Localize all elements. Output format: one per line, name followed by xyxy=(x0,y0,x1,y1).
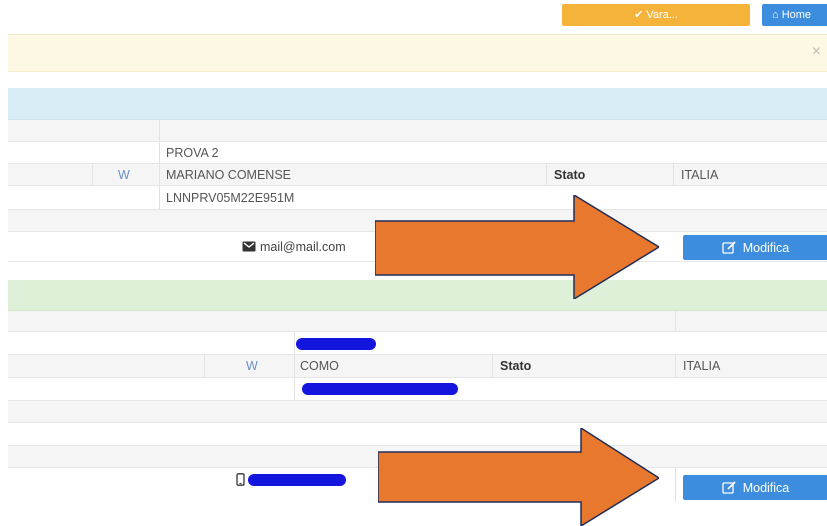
w-marker: W xyxy=(118,167,130,182)
table-row: W COMO Stato ITALIA xyxy=(8,355,827,378)
edit-button-1[interactable]: Modifica xyxy=(683,235,827,260)
envelope-icon xyxy=(242,241,256,252)
edit-button-label: Modifica xyxy=(742,240,790,255)
edit-icon xyxy=(722,481,736,494)
state-label: Stato xyxy=(554,167,586,182)
redacted-fiscal-code xyxy=(302,383,458,395)
edit-button-2[interactable]: Modifica xyxy=(683,475,827,500)
w-marker: W xyxy=(246,359,258,373)
home-button[interactable]: ⌂ Home xyxy=(762,4,827,26)
table-row xyxy=(8,120,827,142)
state-label: Stato xyxy=(500,359,532,373)
phone-icon xyxy=(236,473,245,486)
redacted-name xyxy=(296,338,376,350)
edit-icon xyxy=(722,241,736,254)
section-header-blue xyxy=(8,88,827,120)
email-cell: mail@mail.com xyxy=(242,232,346,261)
confirm-button[interactable]: ✔ Vara... xyxy=(562,4,750,26)
close-icon[interactable]: × xyxy=(812,43,821,61)
redacted-phone xyxy=(248,474,346,486)
city-value: COMO xyxy=(300,359,339,373)
state-value: ITALIA xyxy=(681,167,719,182)
warning-alert: × xyxy=(8,34,827,72)
table-row: W MARIANO COMENSE Stato ITALIA xyxy=(8,164,827,186)
orange-arrow-1 xyxy=(375,195,659,299)
state-value: ITALIA xyxy=(683,359,721,373)
record-name: PROVA 2 xyxy=(166,145,219,160)
table-row xyxy=(8,311,827,332)
table-row xyxy=(8,401,827,423)
email-value: mail@mail.com xyxy=(260,239,346,254)
edit-button-label: Modifica xyxy=(742,480,790,495)
table-row: PROVA 2 xyxy=(8,142,827,164)
table-row xyxy=(8,332,827,355)
orange-arrow-2 xyxy=(378,428,659,526)
city-value: MARIANO COMENSE xyxy=(166,167,292,182)
fiscal-code: LNNPRV05M22E951M xyxy=(166,190,295,205)
